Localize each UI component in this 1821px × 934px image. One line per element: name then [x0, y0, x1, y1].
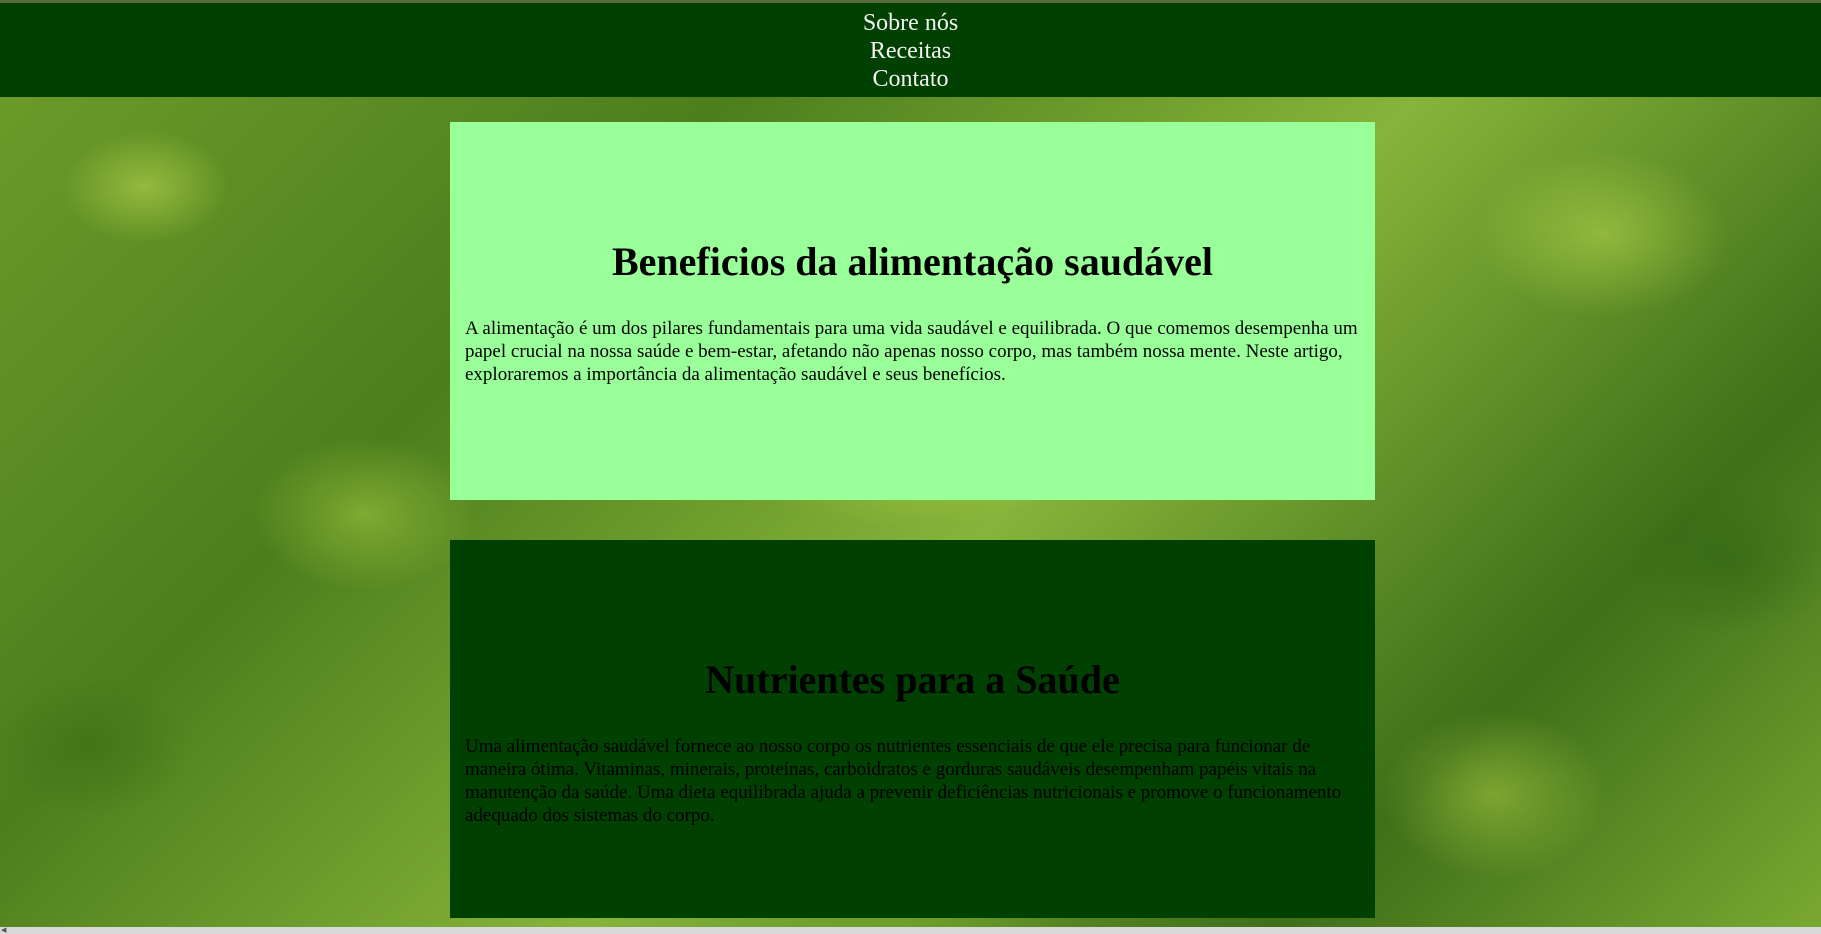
top-navbar: Sobre nós Receitas Contato	[0, 3, 1821, 97]
section-nutrientes: Nutrientes para a Saúde Uma alimentação …	[450, 540, 1375, 918]
nav-item-receitas[interactable]: Receitas	[0, 37, 1821, 65]
nav-item-contato[interactable]: Contato	[0, 65, 1821, 93]
nav-item-sobre-nos[interactable]: Sobre nós	[0, 9, 1821, 37]
section-beneficios: Beneficios da alimentação saudável A ali…	[450, 122, 1375, 500]
scroll-left-arrow-icon[interactable]: ◀	[1, 927, 6, 934]
section-text-nutrientes: Uma alimentação saudável fornece ao noss…	[465, 736, 1342, 826]
section-title-beneficios: Beneficios da alimentação saudável	[611, 239, 1214, 284]
section-title-nutrientes: Nutrientes para a Saúde	[705, 657, 1120, 702]
horizontal-scrollbar[interactable]: ◀	[0, 927, 1821, 934]
nav-menu: Sobre nós Receitas Contato	[0, 3, 1821, 93]
section-text-beneficios: A alimentação é um dos pilares fundament…	[465, 318, 1358, 385]
